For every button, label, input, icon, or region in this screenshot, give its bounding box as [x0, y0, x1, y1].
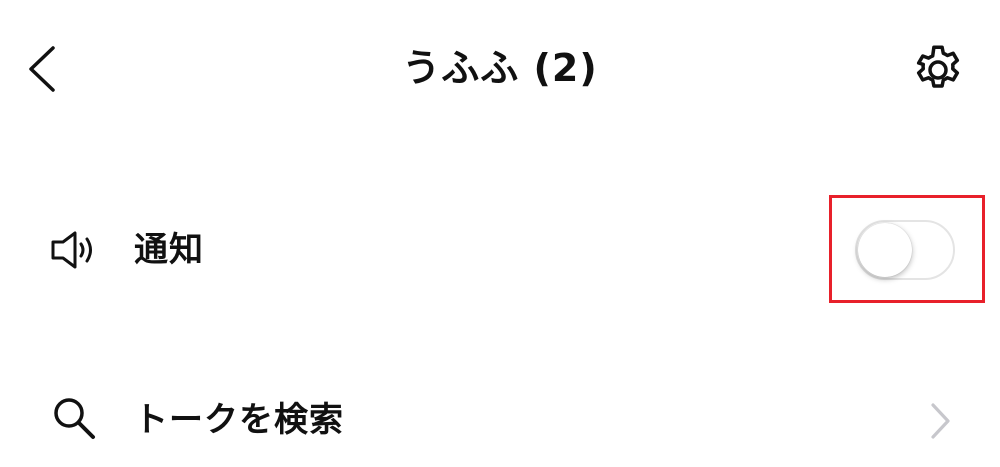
settings-button[interactable]: [906, 38, 970, 102]
notification-row-icon: [44, 220, 104, 280]
header: うふふ (2): [0, 0, 1000, 140]
gear-icon: [916, 45, 960, 88]
search-row-icon: [44, 388, 104, 448]
search-icon: [54, 398, 95, 439]
chat-settings-screen: うふふ (2) 通知 トークを検索: [0, 0, 1000, 467]
page-title: うふふ (2): [402, 46, 598, 90]
notification-toggle[interactable]: [855, 220, 955, 280]
search-talk-row[interactable]: トークを検索: [0, 362, 1000, 467]
speaker-icon: [51, 231, 92, 269]
notification-label: 通知: [134, 230, 204, 270]
toggle-knob[interactable]: [858, 223, 912, 277]
chevron-right-icon: [931, 403, 950, 439]
search-talk-chevron[interactable]: [922, 398, 958, 444]
search-talk-label: トークを検索: [134, 400, 344, 440]
